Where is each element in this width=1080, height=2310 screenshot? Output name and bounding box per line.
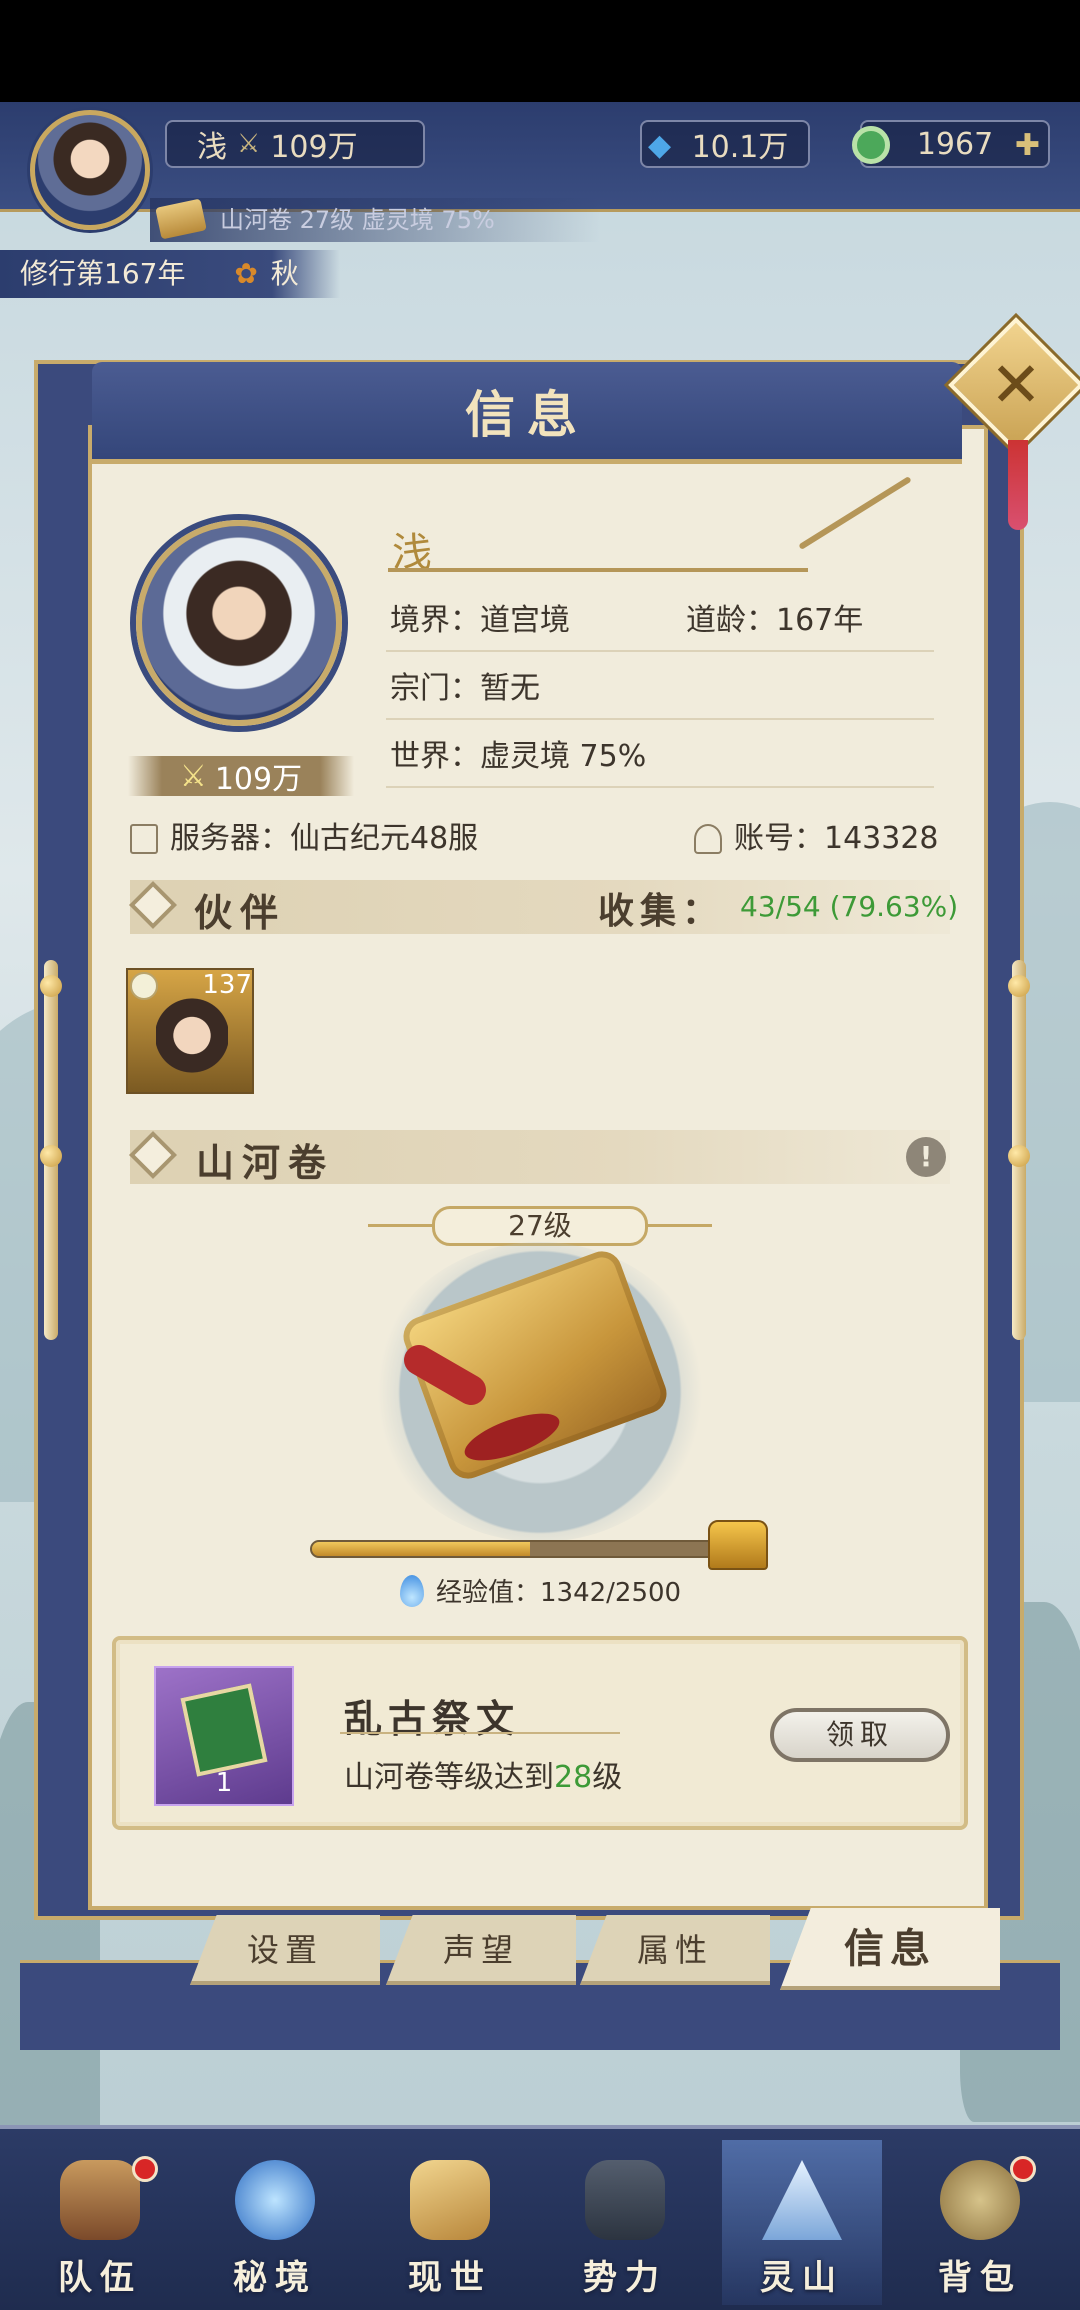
profile-power: 109万 (214, 762, 303, 797)
nav-team[interactable]: 队伍 (20, 2140, 180, 2305)
nav-team-label: 队伍 (58, 2258, 142, 2298)
left-bead (40, 975, 62, 997)
bag-icon (940, 2160, 1020, 2240)
player-name: 浅 (197, 130, 227, 165)
banner-line (368, 1224, 438, 1227)
jade-icon (852, 126, 890, 164)
name-underline (388, 568, 808, 572)
reward-quantity: 1 (215, 1768, 233, 1798)
tab-reputation[interactable]: 声望 (386, 1915, 576, 1985)
server-icon (130, 824, 158, 854)
companion-star-icon (130, 972, 158, 1000)
crystal-icon: ◆ (648, 128, 672, 163)
power-icon: ⚔ (179, 758, 207, 794)
right-bead (1008, 975, 1030, 997)
treasure-chest-icon[interactable] (708, 1520, 768, 1570)
season-text: 秋 (270, 257, 299, 290)
maple-leaf-icon: ✿ (234, 257, 258, 290)
shanhe-title: 山河卷 (196, 1140, 335, 1185)
companion-level: 137 (202, 970, 252, 1000)
notification-dot (1010, 2156, 1036, 2182)
team-icon (60, 2160, 140, 2240)
nav-bag-label: 背包 (938, 2258, 1022, 2298)
nav-world[interactable]: 现世 (370, 2140, 530, 2305)
account-info: 账号：143328 (694, 818, 939, 860)
crystal-value: 10.1万 (691, 130, 789, 165)
cultivation-year: 修行第167年 ✿ 秋 (0, 250, 340, 298)
tab-attributes[interactable]: 属性 (580, 1915, 770, 1985)
close-icon[interactable]: ✕ (968, 337, 1064, 433)
world-icon (410, 2160, 490, 2240)
sect-label: 宗门：暂无 (390, 671, 540, 706)
companion-title: 伙伴 (194, 890, 287, 935)
nav-faction-label: 势力 (583, 2258, 667, 2298)
nav-realm-label: 秘境 (233, 2258, 317, 2298)
nav-spirit-mountain[interactable]: 灵山 (722, 2140, 882, 2305)
info-warning-icon[interactable]: ! (906, 1137, 946, 1177)
panel-title: 信息 (465, 385, 589, 444)
nav-mountain-label: 灵山 (760, 2258, 844, 2298)
world-label: 世界：虚灵境 75% (390, 739, 647, 774)
realm-icon (235, 2160, 315, 2240)
nav-bag[interactable]: 背包 (900, 2140, 1060, 2305)
profile-power-badge: ⚔ 109万 (128, 756, 354, 797)
right-bead (1008, 1145, 1030, 1167)
account-text: 账号：143328 (734, 821, 939, 856)
exp-progress-fill (312, 1542, 530, 1556)
exp-label: 经验值：1342/2500 (400, 1572, 681, 1609)
reward-desc-suffix: 级 (592, 1760, 623, 1795)
exp-text: 经验值：1342/2500 (436, 1578, 682, 1608)
exp-progress-bar (310, 1540, 720, 1558)
dao-age-label: 道龄：167年 (686, 603, 864, 638)
player-name-power: 浅 ⚔ 109万 (165, 120, 425, 168)
server-text: 服务器：仙古纪元48服 (170, 821, 479, 856)
scroll-status: 山河卷 27级 虚灵境 75% (150, 198, 600, 242)
row-divider (386, 718, 934, 720)
profile-avatar[interactable] (136, 520, 342, 726)
mountain-icon (762, 2160, 842, 2240)
jade-value: 1967 (916, 126, 994, 162)
nav-secret-realm[interactable]: 秘境 (195, 2140, 355, 2305)
claim-button[interactable]: 领取 (770, 1708, 950, 1762)
left-bead (40, 1145, 62, 1167)
reward-title: 乱古祭文 (344, 1696, 521, 1741)
collect-label: 收集： (598, 890, 725, 932)
player-avatar[interactable] (30, 110, 150, 230)
notification-dot (132, 2156, 158, 2182)
reward-description: 山河卷等级达到28级 (344, 1752, 622, 1796)
reward-desc-level: 28 (554, 1760, 593, 1795)
nav-faction[interactable]: 势力 (545, 2140, 705, 2305)
banner-line (642, 1224, 712, 1227)
reward-underline (340, 1732, 620, 1734)
power-icon: ⚔ (237, 129, 261, 159)
row-divider (386, 650, 934, 652)
realm-label: 境界：道宫境 (390, 603, 570, 638)
crystal-counter[interactable]: ◆ 10.1万 (640, 120, 810, 168)
nav-world-label: 现世 (408, 2258, 492, 2298)
server-info: 服务器：仙古纪元48服 (130, 818, 478, 860)
tab-info[interactable]: 信息 (780, 1908, 1000, 1990)
tassel-decoration (1008, 440, 1028, 530)
tab-settings[interactable]: 设置 (190, 1915, 380, 1985)
collect-value: 43/54 (79.63%) (740, 890, 959, 923)
player-power: 109万 (270, 130, 358, 165)
account-icon (694, 824, 722, 854)
add-jade-icon[interactable]: ✚ (1015, 128, 1040, 163)
scroll-level: 27级 (432, 1206, 648, 1246)
year-text: 修行第167年 (20, 257, 186, 290)
row-divider (386, 786, 934, 788)
faction-icon (585, 2160, 665, 2240)
flame-icon (400, 1574, 424, 1607)
reward-desc-prefix: 山河卷等级达到 (344, 1760, 554, 1795)
jade-counter[interactable]: 1967 ✚ (852, 120, 1050, 168)
